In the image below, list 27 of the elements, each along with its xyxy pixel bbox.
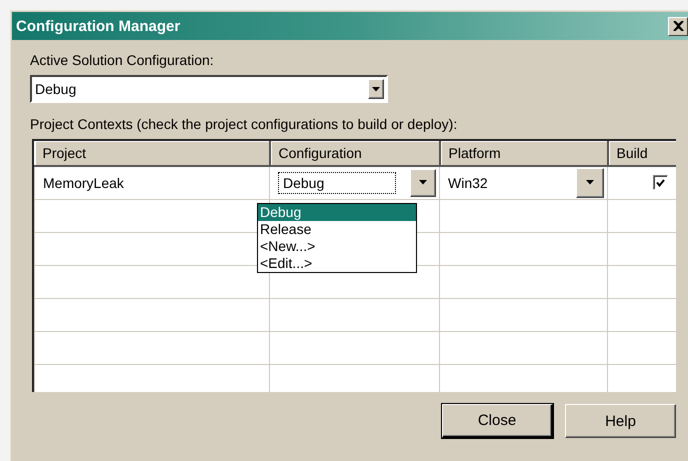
column-header[interactable]: Project <box>34 141 270 166</box>
cell-dropdown[interactable]: Win32 <box>448 174 488 191</box>
configuration-dropdown[interactable]: Debug <box>30 75 388 103</box>
window-title: Configuration Manager <box>15 18 180 34</box>
field-label: Active Solution Configuration: <box>30 52 215 70</box>
column-header[interactable]: Platform <box>440 141 608 166</box>
dialog-button[interactable]: Help <box>565 404 676 438</box>
list-item[interactable]: <Edit...> <box>258 255 416 272</box>
table-cell: MemoryLeak <box>43 174 124 191</box>
list-item[interactable]: <New...> <box>258 238 416 255</box>
column-header[interactable]: Configuration <box>270 141 440 166</box>
close-icon <box>672 21 684 31</box>
column-header[interactable]: Build <box>608 141 676 166</box>
cell-dropdown[interactable]: Debug <box>278 172 396 194</box>
caret-icon <box>372 86 380 92</box>
dropdown-button[interactable] <box>368 79 384 99</box>
dropdown-button[interactable] <box>410 168 436 197</box>
caret-icon <box>419 180 427 186</box>
check-icon <box>656 178 665 187</box>
dropdown-value: Debug <box>35 81 76 97</box>
dropdown-button[interactable] <box>576 168 604 198</box>
section-label: Project Contexts (check the project configurations to build or deploy): <box>30 116 458 134</box>
list-item[interactable]: Debug <box>258 204 416 221</box>
list-item[interactable]: Release <box>258 221 416 238</box>
caret-icon <box>586 180 594 186</box>
close-button[interactable] <box>668 16 688 36</box>
dialog-button[interactable]: Close <box>442 404 553 438</box>
